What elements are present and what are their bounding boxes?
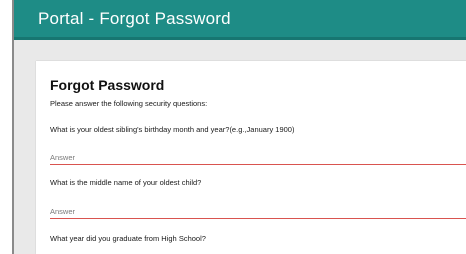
question-2-answer-input[interactable] [50, 204, 466, 219]
form-instructions: Please answer the following security que… [50, 99, 208, 108]
question-3-label: What year did you graduate from High Sch… [50, 234, 206, 243]
app-title: Portal - Forgot Password [38, 9, 231, 28]
question-1-label: What is your oldest sibling's birthday m… [50, 125, 295, 134]
question-1-answer-input[interactable] [50, 150, 466, 165]
app-window: Portal - Forgot Password Forgot Password… [12, 0, 466, 254]
forgot-password-form: Forgot Password Please answer the follow… [36, 61, 466, 254]
app-header: Portal - Forgot Password [14, 0, 466, 40]
form-title: Forgot Password [50, 77, 165, 93]
question-2-label: What is the middle name of your oldest c… [50, 178, 202, 187]
